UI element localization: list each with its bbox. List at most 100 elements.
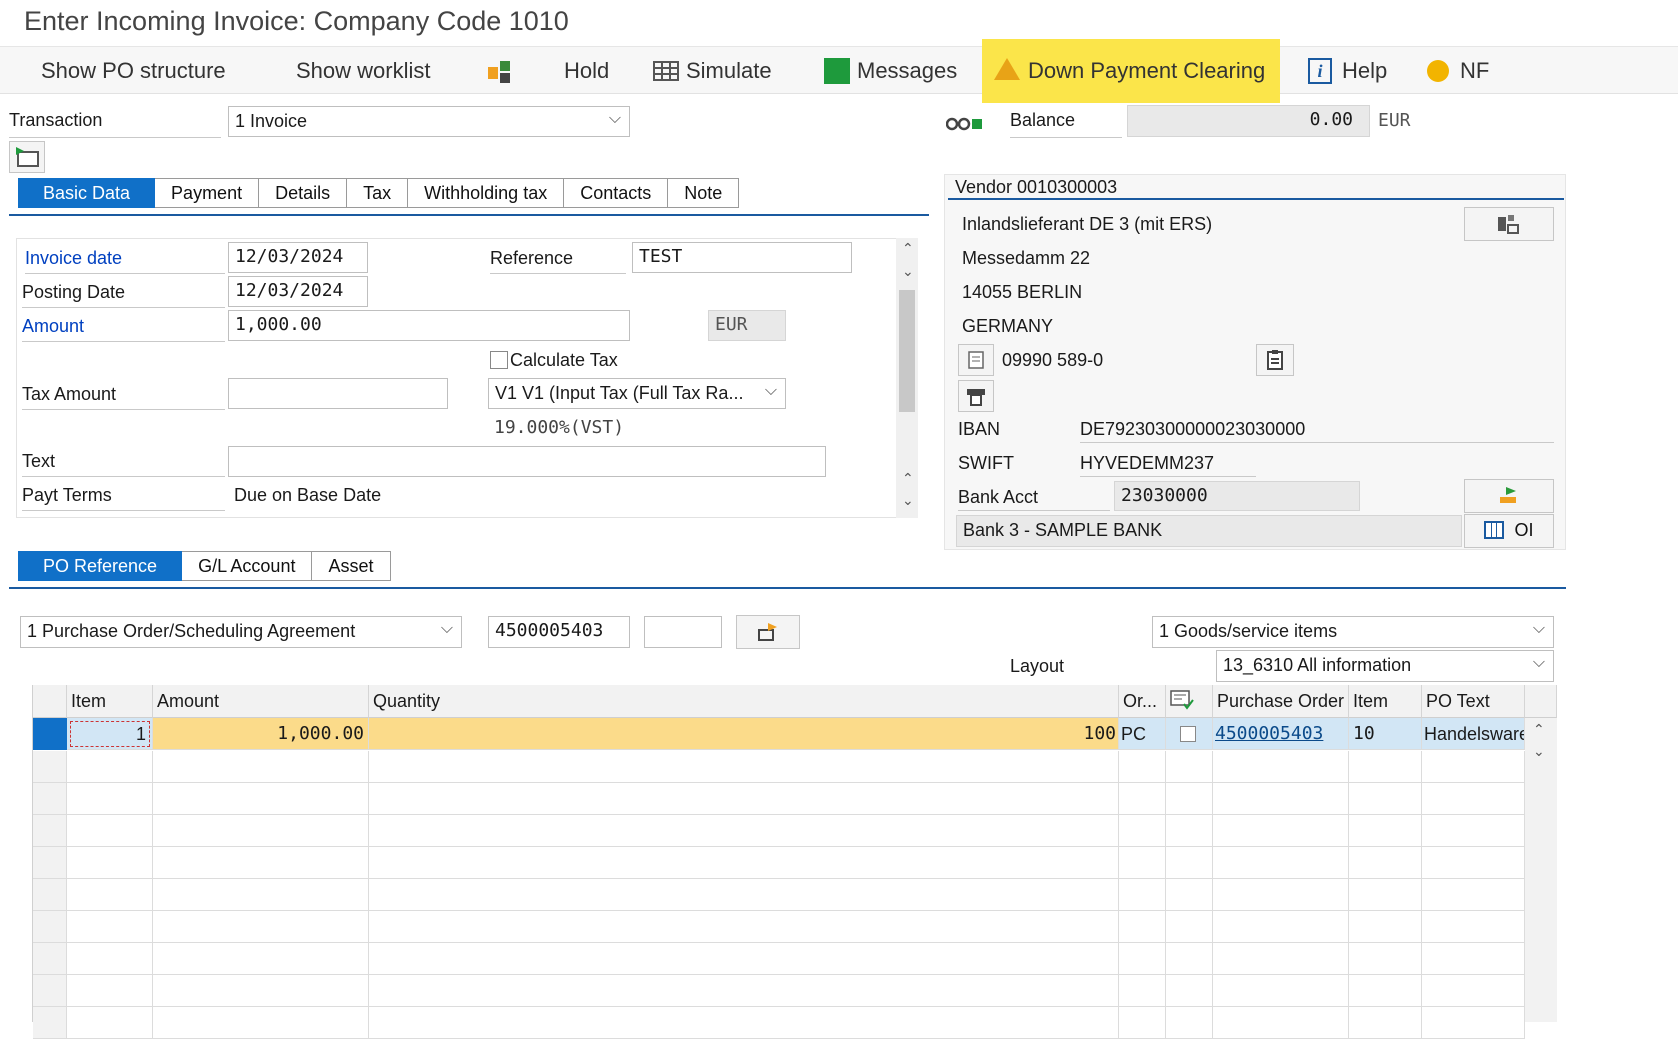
empty-grid-cell[interactable] bbox=[1213, 847, 1349, 879]
empty-grid-cell[interactable] bbox=[1166, 783, 1213, 815]
calculate-tax-checkbox[interactable] bbox=[490, 351, 508, 369]
show-po-structure-button[interactable]: Show PO structure bbox=[41, 47, 226, 95]
tax-amount-field[interactable] bbox=[228, 378, 448, 409]
empty-grid-cell[interactable] bbox=[1422, 847, 1525, 879]
empty-grid-cell[interactable] bbox=[1349, 911, 1422, 943]
empty-grid-cell[interactable] bbox=[67, 911, 153, 943]
empty-grid-cell[interactable] bbox=[1166, 847, 1213, 879]
empty-grid-cell[interactable] bbox=[67, 1007, 153, 1039]
grid-header-po-text[interactable]: PO Text bbox=[1422, 685, 1525, 718]
phone-icon[interactable] bbox=[958, 344, 994, 376]
grid-header-order-unit[interactable]: Or... bbox=[1119, 685, 1166, 718]
empty-grid-cell[interactable] bbox=[1213, 783, 1349, 815]
text-field[interactable] bbox=[228, 446, 826, 477]
empty-grid-cell[interactable] bbox=[369, 911, 1119, 943]
empty-grid-cell[interactable] bbox=[33, 911, 67, 943]
tab-contacts[interactable]: Contacts bbox=[564, 178, 669, 208]
empty-grid-cell[interactable] bbox=[1213, 975, 1349, 1007]
empty-grid-cell[interactable] bbox=[33, 815, 67, 847]
empty-grid-cell[interactable] bbox=[369, 815, 1119, 847]
empty-grid-cell[interactable] bbox=[67, 815, 153, 847]
empty-grid-cell[interactable] bbox=[1422, 879, 1525, 911]
empty-grid-cell[interactable] bbox=[153, 879, 369, 911]
empty-grid-cell[interactable] bbox=[67, 879, 153, 911]
scroll-down-icon[interactable]: ⌄ bbox=[902, 492, 914, 509]
empty-grid-cell[interactable] bbox=[1422, 943, 1525, 975]
table-cell-item[interactable]: 1 bbox=[67, 718, 153, 750]
grid-header-quantity[interactable]: Quantity bbox=[369, 685, 1119, 718]
empty-grid-cell[interactable] bbox=[1119, 815, 1166, 847]
invoice-date-field[interactable]: 12/03/2024 bbox=[228, 242, 368, 273]
scroll-up-icon[interactable]: ⌃ bbox=[902, 240, 914, 257]
empty-grid-cell[interactable] bbox=[1166, 911, 1213, 943]
table-cell-amount[interactable]: 1,000.00 bbox=[153, 718, 369, 750]
oi-button[interactable]: OI bbox=[1464, 514, 1554, 548]
empty-grid-cell[interactable] bbox=[67, 751, 153, 783]
empty-grid-cell[interactable] bbox=[1422, 911, 1525, 943]
empty-grid-cell[interactable] bbox=[1422, 1007, 1525, 1039]
empty-grid-cell[interactable] bbox=[1422, 783, 1525, 815]
empty-grid-cell[interactable] bbox=[153, 751, 369, 783]
empty-grid-cell[interactable] bbox=[1166, 1007, 1213, 1039]
scroll-up-icon[interactable]: ⌃ bbox=[902, 470, 914, 487]
empty-grid-cell[interactable] bbox=[1213, 911, 1349, 943]
empty-grid-cell[interactable] bbox=[1166, 943, 1213, 975]
empty-grid-cell[interactable] bbox=[1349, 975, 1422, 1007]
empty-grid-cell[interactable] bbox=[153, 783, 369, 815]
grid-header-checkbox[interactable] bbox=[1166, 685, 1213, 718]
empty-grid-cell[interactable] bbox=[369, 975, 1119, 1007]
tab-asset[interactable]: Asset bbox=[312, 551, 391, 581]
tab-gl-account[interactable]: G/L Account bbox=[182, 551, 313, 581]
empty-grid-cell[interactable] bbox=[1119, 751, 1166, 783]
empty-grid-cell[interactable] bbox=[33, 847, 67, 879]
empty-grid-cell[interactable] bbox=[1349, 943, 1422, 975]
empty-grid-cell[interactable] bbox=[1213, 815, 1349, 847]
empty-grid-cell[interactable] bbox=[153, 815, 369, 847]
empty-grid-cell[interactable] bbox=[1422, 815, 1525, 847]
empty-grid-cell[interactable] bbox=[1213, 879, 1349, 911]
scroll-down-icon[interactable]: ⌄ bbox=[902, 263, 914, 280]
grid-header-purchase-order[interactable]: Purchase Order bbox=[1213, 685, 1349, 718]
empty-grid-cell[interactable] bbox=[67, 975, 153, 1007]
empty-grid-cell[interactable] bbox=[153, 911, 369, 943]
table-cell-checkbox[interactable] bbox=[1166, 718, 1213, 750]
vendor-master-icon[interactable] bbox=[1464, 207, 1554, 241]
empty-grid-cell[interactable] bbox=[1119, 911, 1166, 943]
row-checkbox[interactable] bbox=[1180, 726, 1196, 742]
simulate-button[interactable]: Simulate bbox=[686, 47, 772, 95]
tab-payment[interactable]: Payment bbox=[155, 178, 260, 208]
empty-grid-cell[interactable] bbox=[369, 943, 1119, 975]
tab-note[interactable]: Note bbox=[668, 178, 740, 208]
grid-header-item[interactable]: Item bbox=[67, 685, 153, 718]
amount-field[interactable]: 1,000.00 bbox=[228, 310, 630, 341]
amount-label[interactable]: Amount bbox=[22, 316, 225, 342]
clipboard-icon[interactable] bbox=[1256, 344, 1294, 376]
messages-button[interactable]: Messages bbox=[857, 47, 957, 95]
empty-grid-cell[interactable] bbox=[1166, 879, 1213, 911]
grid-scroll-down-icon[interactable]: ⌄ bbox=[1533, 743, 1545, 760]
empty-grid-cell[interactable] bbox=[1213, 1007, 1349, 1039]
empty-grid-cell[interactable] bbox=[33, 1007, 67, 1039]
empty-grid-cell[interactable] bbox=[33, 879, 67, 911]
tree-icon[interactable] bbox=[486, 47, 516, 95]
empty-grid-cell[interactable] bbox=[1349, 847, 1422, 879]
show-worklist-button[interactable]: Show worklist bbox=[296, 47, 430, 95]
empty-grid-cell[interactable] bbox=[153, 1007, 369, 1039]
transaction-select[interactable]: 1 Invoice bbox=[228, 106, 630, 137]
help-button[interactable]: Help bbox=[1342, 47, 1387, 95]
tab-withholding-tax[interactable]: Withholding tax bbox=[408, 178, 565, 208]
empty-grid-cell[interactable] bbox=[1119, 879, 1166, 911]
empty-grid-cell[interactable] bbox=[153, 847, 369, 879]
empty-grid-cell[interactable] bbox=[1119, 975, 1166, 1007]
empty-grid-cell[interactable] bbox=[1213, 751, 1349, 783]
empty-grid-cell[interactable] bbox=[1422, 751, 1525, 783]
tab-tax[interactable]: Tax bbox=[347, 178, 409, 208]
empty-grid-cell[interactable] bbox=[67, 943, 153, 975]
grid-scrollbar[interactable] bbox=[1525, 718, 1557, 1022]
tab-details[interactable]: Details bbox=[259, 178, 348, 208]
empty-grid-cell[interactable] bbox=[1166, 815, 1213, 847]
empty-grid-cell[interactable] bbox=[33, 975, 67, 1007]
empty-grid-cell[interactable] bbox=[1166, 975, 1213, 1007]
tax-code-select[interactable]: V1 V1 (Input Tax (Full Tax Ra... bbox=[488, 378, 786, 409]
bank-transfer-icon[interactable] bbox=[1464, 479, 1554, 513]
